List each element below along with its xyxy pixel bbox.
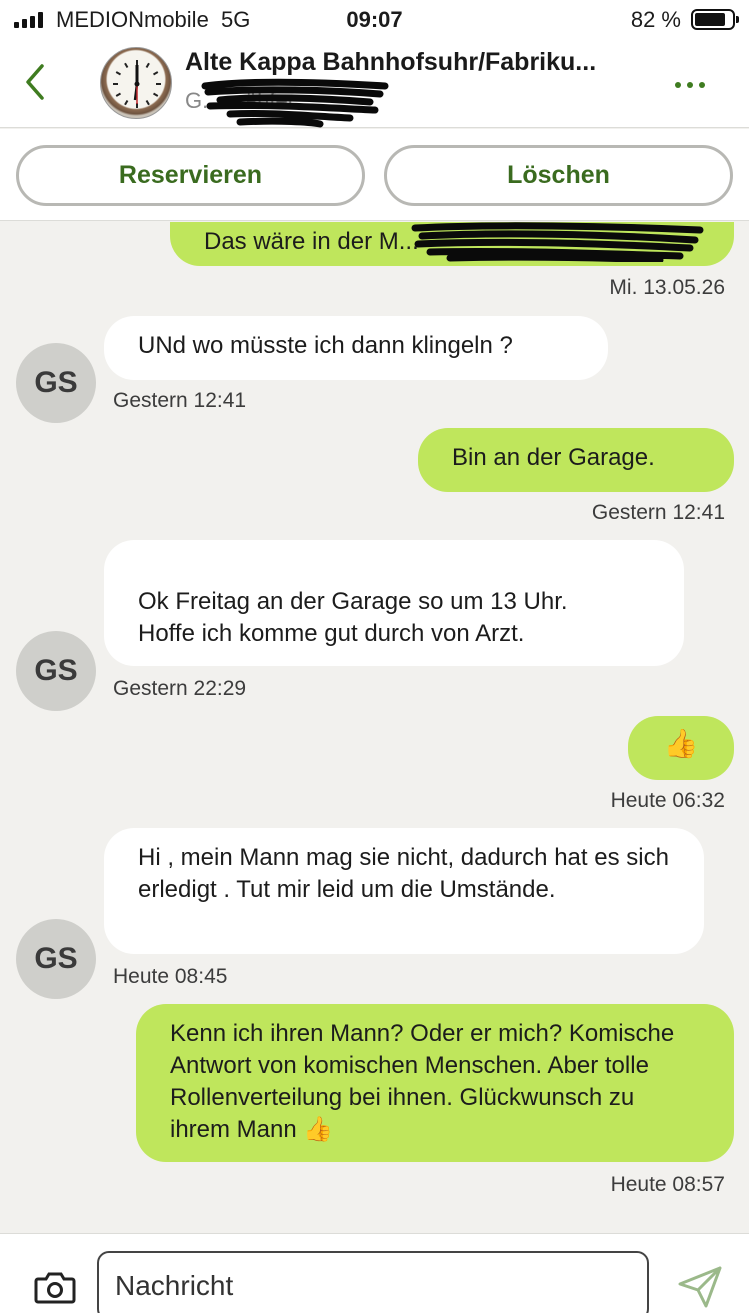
message-text: Ok Freitag an der Garage so um 13 Uhr. H… <box>138 588 568 647</box>
message-bubble-outgoing[interactable]: Kenn ich ihren Mann? Oder er mich? Komis… <box>136 1004 734 1162</box>
back-chevron-icon[interactable] <box>20 62 52 102</box>
chat-title[interactable]: Alte Kappa Bahnhofsuhr/Fabriku... <box>185 48 596 77</box>
status-bar: MEDIONmobile 5G 09:07 82 % <box>0 0 749 40</box>
sender-avatar[interactable]: GS <box>16 343 96 423</box>
message-list[interactable]: Das wäre in der M... Mi. 13.05.26 UNd wo… <box>0 222 749 1232</box>
send-icon[interactable] <box>676 1264 724 1310</box>
redaction-scribble <box>411 222 704 262</box>
message-timestamp: Mi. 13.05.26 <box>609 276 725 299</box>
message-timestamp: Gestern 12:41 <box>591 501 725 524</box>
message-bubble-incoming[interactable]: Hi , mein Mann mag sie nicht, dadurch ha… <box>104 828 704 954</box>
message-bubble-incoming[interactable]: UNd wo müsste ich dann klingeln ? <box>104 316 608 380</box>
redaction-scribble <box>201 78 389 128</box>
battery-icon <box>691 9 739 30</box>
action-bar: Reservieren Löschen <box>0 129 749 221</box>
message-bubble-outgoing[interactable]: Bin an der Garage. <box>418 428 734 492</box>
reserve-button[interactable]: Reservieren <box>16 145 365 206</box>
message-text: Bin an der Garage. <box>452 444 655 471</box>
message-text: Das wäre in der M... <box>204 228 419 255</box>
message-timestamp: Heute 06:32 <box>610 789 725 812</box>
message-timestamp: Heute 08:45 <box>113 965 228 988</box>
message-text: Hi , mein Mann mag sie nicht, dadurch ha… <box>138 844 669 903</box>
clock-image-icon <box>113 60 161 108</box>
sender-avatar[interactable]: GS <box>16 631 96 711</box>
delete-button[interactable]: Löschen <box>384 145 733 206</box>
more-options-icon[interactable] <box>675 82 705 88</box>
message-timestamp: Gestern 12:41 <box>113 389 247 412</box>
message-text: UNd wo müsste ich dann klingeln ? <box>138 332 513 359</box>
thumbs-up-icon: 👍 <box>663 728 699 759</box>
listing-avatar[interactable] <box>100 47 172 119</box>
message-timestamp: Heute 08:57 <box>610 1173 725 1196</box>
message-bubble-outgoing[interactable]: 👍 <box>628 716 734 780</box>
camera-icon[interactable] <box>34 1270 76 1304</box>
message-input[interactable] <box>97 1251 649 1313</box>
message-timestamp: Gestern 22:29 <box>113 677 247 700</box>
chat-header: Alte Kappa Bahnhofsuhr/Fabriku... G... .… <box>0 40 749 128</box>
message-text: Kenn ich ihren Mann? Oder er mich? Komis… <box>170 1020 675 1143</box>
sender-avatar[interactable]: GS <box>16 919 96 999</box>
message-composer <box>0 1233 749 1313</box>
battery-percent: 82 % <box>630 7 681 32</box>
message-bubble-incoming[interactable]: Ok Freitag an der Garage so um 13 Uhr. H… <box>104 540 684 666</box>
